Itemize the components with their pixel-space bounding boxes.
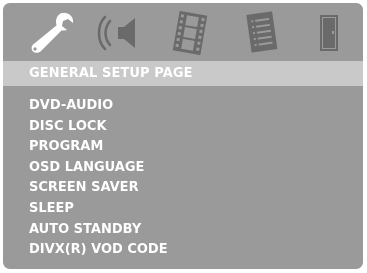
tab-audio-setup[interactable] xyxy=(91,11,141,55)
setup-tab-bar xyxy=(3,3,363,59)
menu-item-dvd-audio[interactable]: DVD-AUDIO xyxy=(29,96,168,117)
menu-item-program[interactable]: PROGRAM xyxy=(29,137,168,158)
wrench-icon xyxy=(31,12,74,53)
menu-item-screen-saver[interactable]: SCREEN SAVER xyxy=(29,178,168,199)
page-title: GENERAL SETUP PAGE xyxy=(29,66,193,81)
menu-item-divx-vod-code[interactable]: DIVX(R) VOD CODE xyxy=(29,240,168,261)
tab-video-setup[interactable] xyxy=(166,11,214,55)
setup-options-list: DVD-AUDIO DISC LOCK PROGRAM OSD LANGUAGE… xyxy=(29,96,168,261)
document-icon xyxy=(246,11,278,53)
speaker-icon xyxy=(97,15,135,51)
menu-item-disc-lock[interactable]: DISC LOCK xyxy=(29,117,168,138)
menu-item-osd-language[interactable]: OSD LANGUAGE xyxy=(29,158,168,179)
door-icon xyxy=(320,15,338,51)
tab-exit[interactable] xyxy=(315,11,345,55)
tab-general-setup[interactable] xyxy=(29,11,75,55)
setup-menu-panel: GENERAL SETUP PAGE DVD-AUDIO DISC LOCK P… xyxy=(3,3,363,269)
menu-item-auto-standby[interactable]: AUTO STANDBY xyxy=(29,220,168,241)
tab-preference-page[interactable] xyxy=(240,11,284,55)
menu-item-sleep[interactable]: SLEEP xyxy=(29,199,168,220)
page-title-bar: GENERAL SETUP PAGE xyxy=(3,61,363,86)
film-icon xyxy=(172,11,208,55)
